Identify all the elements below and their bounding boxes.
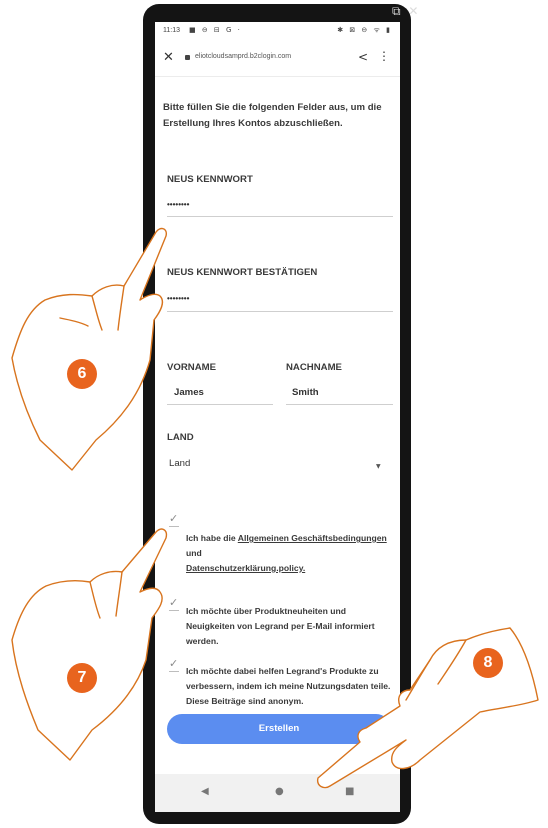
- step-callout-7: 7: [67, 663, 97, 693]
- hand-8: [316, 627, 539, 789]
- step-callout-8: 8: [473, 648, 503, 678]
- hand-7: [11, 528, 168, 761]
- step-callout-6: 6: [67, 359, 97, 389]
- hand-6: [11, 227, 168, 471]
- hand-illustrations: [11, 227, 539, 789]
